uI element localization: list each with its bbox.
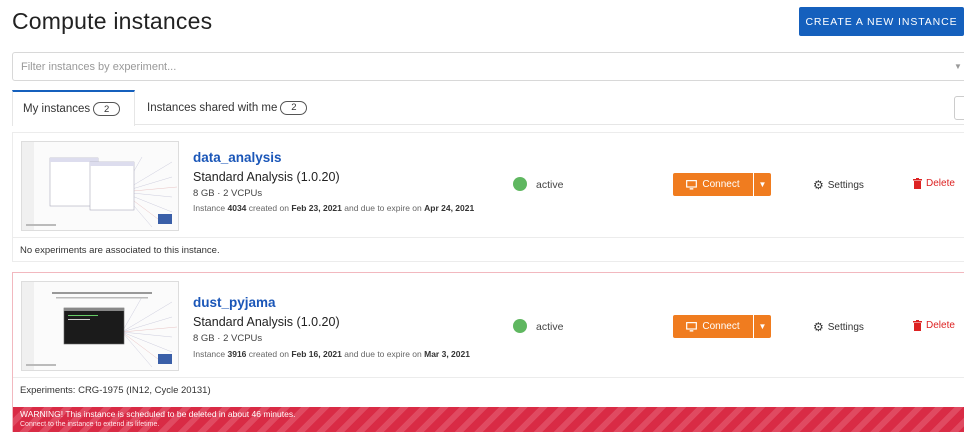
tab-shared-instances[interactable]: Instances shared with me 2 (147, 90, 308, 125)
experiments-info: Experiments: CRG-1975 (IN12, Cycle 20131… (20, 385, 211, 396)
delete-label: Delete (926, 178, 955, 189)
instance-meta: Instance 4034 created on Feb 23, 2021 an… (193, 203, 475, 213)
connect-label: Connect (702, 179, 740, 190)
instance-spec: 8 GB · 2 VCPUs (193, 188, 263, 199)
tab-count-badge: 2 (280, 100, 308, 115)
tab-label: Instances shared with me (147, 101, 278, 114)
chevron-down-icon[interactable]: ▼ (954, 62, 962, 71)
gear-icon: ⚙ (813, 178, 824, 192)
settings-label: Settings (827, 179, 864, 191)
settings-label: Settings (827, 321, 864, 333)
status-active-icon (513, 177, 527, 191)
experiments-label: Experiments: (20, 385, 76, 396)
expiry-date: Apr 24, 2021 (424, 203, 475, 213)
card-divider (13, 237, 964, 238)
status-text: active (536, 321, 564, 333)
created-date: Feb 23, 2021 (291, 203, 342, 213)
monitor-icon (686, 321, 698, 332)
instance-spec: 8 GB · 2 VCPUs (193, 333, 263, 344)
instance-type: Standard Analysis (1.0.20) (193, 315, 340, 329)
experiments-info: No experiments are associated to this in… (20, 245, 220, 256)
refresh-button[interactable] (954, 96, 964, 120)
instance-card: dust_pyjama Standard Analysis (1.0.20) 8… (12, 272, 964, 432)
connect-button[interactable]: Connect (673, 315, 753, 338)
instance-id: 3916 (227, 349, 247, 359)
instance-type: Standard Analysis (1.0.20) (193, 170, 340, 184)
experiments-value: CRG-1975 (IN12, Cycle 20131) (75, 385, 211, 396)
status-text: active (536, 179, 564, 191)
instance-thumbnail[interactable] (21, 141, 179, 231)
instance-thumbnail[interactable] (21, 281, 179, 371)
tab-my-instances[interactable]: My instances 2 (12, 90, 135, 126)
caret-down-icon: ▼ (758, 180, 767, 189)
instance-id: 4034 (227, 203, 247, 213)
tab-count-badge: 2 (93, 102, 121, 116)
settings-link[interactable]: ⚙ Settings (813, 178, 864, 192)
warning-message: WARNING! This instance is scheduled to b… (20, 409, 296, 419)
desktop-preview-image (22, 282, 178, 370)
expiry-date: Mar 3, 2021 (424, 349, 470, 359)
delete-label: Delete (926, 320, 955, 331)
created-date: Feb 16, 2021 (291, 349, 342, 359)
connect-button-group: Connect ▼ (673, 173, 771, 196)
instance-card: data_analysis Standard Analysis (1.0.20)… (12, 132, 964, 262)
connect-options-button[interactable]: ▼ (754, 315, 771, 338)
caret-down-icon: ▼ (758, 322, 767, 331)
create-instance-button[interactable]: CREATE A NEW INSTANCE (799, 7, 964, 36)
gear-icon: ⚙ (813, 320, 824, 334)
monitor-icon (686, 179, 698, 190)
instance-name-link[interactable]: dust_pyjama (193, 295, 276, 310)
filter-input[interactable] (13, 53, 943, 80)
page-title: Compute instances (12, 8, 213, 34)
tab-label: My instances (23, 103, 91, 115)
instance-meta: Instance 3916 created on Feb 16, 2021 an… (193, 349, 470, 359)
filter-dropdown[interactable]: ▼ (12, 52, 964, 81)
deletion-warning-banner: WARNING! This instance is scheduled to b… (13, 407, 964, 432)
desktop-preview-image (22, 142, 178, 230)
instance-name-link[interactable]: data_analysis (193, 150, 282, 165)
status-active-icon (513, 319, 527, 333)
connect-button-group: Connect ▼ (673, 315, 771, 338)
warning-hint: Connect to the instance to extend its li… (20, 421, 160, 428)
connect-label: Connect (702, 321, 740, 332)
card-divider (13, 377, 964, 378)
connect-options-button[interactable]: ▼ (754, 173, 771, 196)
trash-icon (913, 320, 922, 331)
delete-link[interactable]: Delete (913, 320, 955, 331)
instance-tabs: My instances 2 Instances shared with me … (12, 90, 964, 126)
connect-button[interactable]: Connect (673, 173, 753, 196)
settings-link[interactable]: ⚙ Settings (813, 320, 864, 334)
delete-link[interactable]: Delete (913, 178, 955, 189)
trash-icon (913, 178, 922, 189)
